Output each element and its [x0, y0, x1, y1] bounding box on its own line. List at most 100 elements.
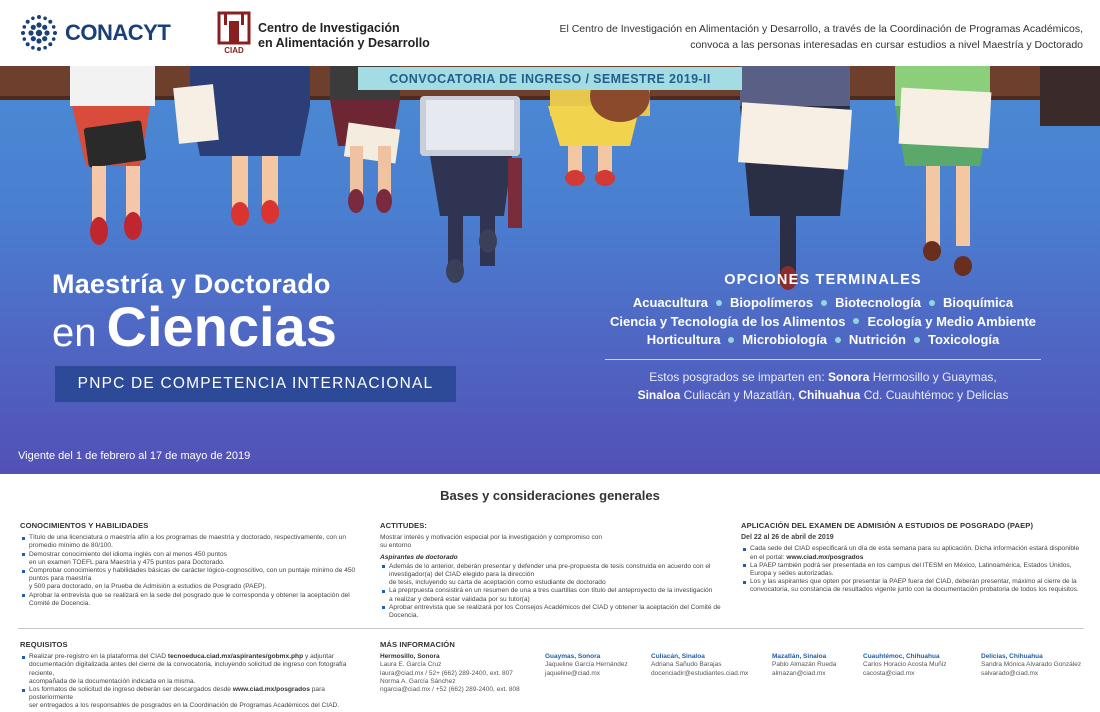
text-line: de tesis, incluyendo su carta de aceptac… [389, 579, 606, 587]
contact-name: Norma A. García Sánchez [380, 677, 456, 685]
title-en: en [52, 311, 97, 355]
aspirantes-doctorado-subheading: Aspirantes de doctorado [380, 553, 458, 561]
contact-cuauhtemoc: Cuauhtémoc, Chihuahua Carlos Horacio Aco… [863, 653, 946, 678]
bullet-dot-icon [834, 336, 841, 343]
text-line: Cada sede del CIAD especificará un día d… [750, 545, 1080, 553]
opcion-bioquimica: Bioquímica [943, 295, 1014, 310]
sedes-text: Estos posgrados se imparten en: Sonora H… [600, 368, 1046, 404]
bullet-dot-icon [728, 336, 735, 343]
opcion-horticultura: Horticultura [646, 332, 721, 347]
conocimientos-section: CONOCIMIENTOS Y HABILIDADES Título de un… [20, 521, 365, 608]
list-item: Los y las aspirantes que opten por prese… [741, 578, 1086, 594]
list-item: Realizar pre-registro en la plataforma d… [20, 653, 365, 686]
contact-email[interactable]: docenciadir@estudiantes.ciad.mx [651, 670, 748, 678]
text-line: Realizar pre-registro en la plataforma d… [29, 653, 167, 661]
ciad-name-line-2: en Alimentación y Desarrollo [258, 36, 430, 50]
intro-line-2: convoca a las personas interesadas en cu… [690, 39, 1083, 51]
paep-date: Del 22 al 26 de abril de 2019 [741, 534, 834, 542]
contact-city: Mazatlán, Sinaloa [772, 653, 827, 660]
hero-banner: CONVOCATORIA DE INGRESO / SEMESTRE 2019-… [0, 66, 1100, 474]
divider [18, 628, 1084, 629]
text-line: promedio mínimo de 80/100. [29, 542, 113, 550]
bullet-dot-icon [821, 299, 828, 306]
list-item: Título de una licenciatura o maestría af… [20, 534, 365, 550]
conocimientos-heading: CONOCIMIENTOS Y HABILIDADES [20, 521, 149, 530]
text-line: acompañada de la documentación indicada … [29, 677, 196, 685]
actitudes-heading: ACTITUDES: [380, 521, 427, 530]
contact-name: Adriana Sañudo Barajas [651, 661, 722, 669]
text-line: Demostrar conocimiento del idioma inglés… [29, 550, 227, 558]
contact-email[interactable]: cacosta@ciad.mx [863, 670, 946, 678]
opcion-microbiologia: Microbiología [742, 332, 827, 347]
text-line: Los y las aspirantes que opten por prese… [750, 578, 1077, 586]
contact-email[interactable]: laura@ciad.mx / 52+ (662) 289-2400, ext.… [380, 670, 520, 678]
ciad-logo[interactable]: CIAD Centro de Investigación en Alimenta… [216, 11, 430, 55]
text-line: Además de lo anterior, deberán presentar… [389, 562, 711, 570]
tecnoeduca-link[interactable]: tecnoeduca.ciad.mx/aspirantes/gobmx.php [168, 653, 303, 660]
bases-title: Bases y consideraciones generales [440, 488, 660, 503]
opcion-ciencia-tecnologia-alimentos: Ciencia y Tecnología de los Alimentos [609, 313, 846, 329]
contact-delicias: Delicias, Chihuahua Sandra Mónica Alvara… [981, 653, 1081, 678]
convocatoria-badge: CONVOCATORIA DE INGRESO / SEMESTRE 2019-… [358, 67, 742, 90]
list-item: Comprobar conocimientos y habilidades bá… [20, 567, 365, 592]
opciones-line-2: Ciencia y Tecnología de los Alimentos Eco… [600, 313, 1046, 332]
opciones-line-3: Horticultura Microbiología Nutrición Toxico… [600, 331, 1046, 350]
opcion-acuacultura: Acuacultura [632, 295, 709, 310]
conacyt-logo[interactable]: CONACYT [18, 12, 171, 54]
text-line: documentación digitalizada antes del cie… [29, 661, 347, 677]
vigencia-text: Vigente del 1 de febrero al 17 de mayo d… [18, 450, 251, 462]
posgrados-link[interactable]: www.ciad.mx/posgrados [786, 554, 863, 561]
mas-informacion-heading-wrap: MÁS INFORMACIÓN [380, 640, 530, 653]
contact-guaymas: Guaymas, Sonora Jaqueline García Hernánd… [545, 653, 628, 678]
text-line: Título de una licenciatura o maestría af… [29, 534, 347, 542]
sede-sonora-cities: Hermosillo y Guaymas, [872, 369, 997, 384]
text-line: y adjuntar [304, 653, 334, 661]
contact-name: Jaqueline García Hernández [545, 661, 628, 669]
header: CONACYT CIAD Centro de Investigación en … [0, 0, 1100, 66]
sede-sinaloa: Sinaloa [637, 387, 681, 402]
list-item: Demostrar conocimiento del idioma inglés… [20, 551, 365, 567]
text-line: Los formatos de solicitud de ingreso deb… [29, 686, 231, 694]
ciad-name: Centro de Investigación en Alimentación … [258, 21, 430, 51]
sede-sinaloa-cities: Culiacán y Mazatlán, [683, 387, 795, 402]
text-line: Mostrar interés y motivación especial po… [380, 534, 603, 542]
bullet-dot-icon [716, 299, 723, 306]
contact-email[interactable]: jaqueline@ciad.mx [545, 670, 628, 678]
text-line: ser entregados a los responsables de pos… [29, 702, 340, 710]
contact-hermosillo: Hermosillo, Sonora Laura E. García Cruz … [380, 653, 520, 694]
intro-text: El Centro de Investigación en Alimentaci… [559, 21, 1083, 53]
contact-email[interactable]: almazan@ciad.mx [772, 670, 836, 678]
ciad-building-icon: CIAD [217, 11, 251, 55]
text-line: investigador(a) del CIAD elegido para la… [389, 571, 535, 579]
contact-name: Pablo Almazán Rueda [772, 661, 837, 669]
sede-chihuahua: Chihuahua [798, 387, 861, 402]
text-line: en un examen TOEFL para Maestría y 475 p… [29, 558, 225, 566]
pnpc-badge: PNPC DE COMPETENCIA INTERNACIONAL [55, 366, 456, 402]
text-line: a realizar y deberá estar validada por s… [389, 595, 530, 603]
contact-city: Culiacán, Sinaloa [651, 653, 705, 660]
list-item: La preprpuesta consistirá en un resumen … [380, 587, 730, 603]
opciones-line-1: Acuacultura Biopolímeros Biotecnología Bioq… [600, 294, 1046, 313]
program-subtitle: en Ciencias [52, 294, 337, 359]
text-line: Europa y sedes autorizadas. [750, 570, 834, 578]
text-line: en el portal: [750, 553, 785, 561]
text-line: Comprobar conocimientos y habilidades bá… [29, 567, 356, 575]
requisitos-section: REQUISITOS Realizar pre-registro en la p… [20, 640, 365, 711]
contact-city: Cuauhtémoc, Chihuahua [863, 653, 940, 660]
opcion-biopolimeros: Biopolímeros [730, 295, 814, 310]
text-line: La PAEP también podrá ser presentada en … [750, 561, 1072, 569]
contact-culiacan: Culiacán, Sinaloa Adriana Sañudo Barajas… [651, 653, 748, 678]
text-line: Aprobar la entrevista que se realizará e… [29, 591, 350, 599]
posgrados-link[interactable]: www.ciad.mx/posgrados [233, 686, 310, 693]
bullet-dot-icon [913, 336, 920, 343]
contact-name: Sandra Mónica Alvarado González [981, 661, 1082, 669]
text-line: Comité de Docencia. [29, 599, 91, 607]
opcion-ecologia: Ecología y Medio Ambiente [867, 313, 1037, 329]
conacyt-dots-icon [21, 15, 57, 51]
actitudes-section: ACTITUDES: Mostrar interés y motivación … [380, 521, 730, 620]
contact-email[interactable]: ngarcia@ciad.mx / +52 (662) 289-2400, ex… [380, 686, 520, 694]
list-item: Aprobar la entrevista que se realizará e… [20, 592, 365, 608]
contact-email[interactable]: salvarado@ciad.mx [981, 670, 1081, 678]
sede-sonora: Sonora [828, 369, 870, 384]
contact-name: Carlos Horacio Acosta Muñiz [863, 661, 947, 669]
